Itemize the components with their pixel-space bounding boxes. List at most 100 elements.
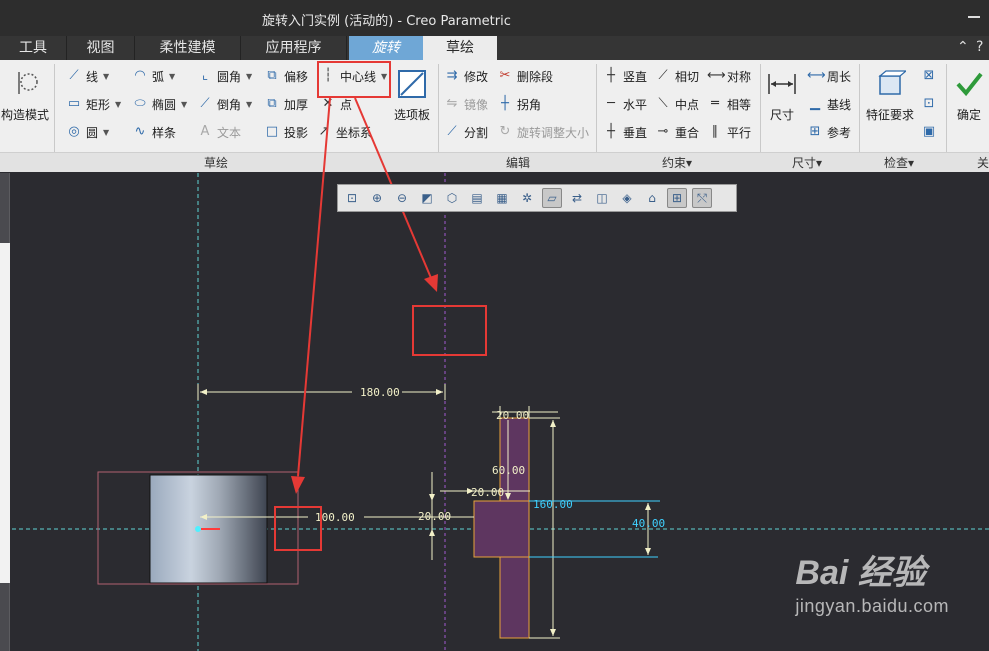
repaint-icon[interactable]: ◩ [417, 188, 437, 208]
dimension-label: 尺寸 [769, 108, 794, 122]
spline-icon: ∿ [134, 124, 146, 139]
chamfer-label: 倒角 [217, 97, 242, 112]
circle-button[interactable]: ◎ 圆 ▼ [66, 121, 109, 143]
perspective-icon[interactable]: ◈ [617, 188, 637, 208]
saved-orientations-icon[interactable]: ▤ [467, 188, 487, 208]
baidu-logo: Bai 经验 [795, 554, 926, 592]
zoom-out-icon[interactable]: ⊖ [392, 188, 412, 208]
dimension-icon [766, 68, 798, 100]
highlight-open-ends-button[interactable]: ⊡ [921, 93, 941, 115]
collapse-ribbon-icon[interactable]: ⌃ [957, 39, 969, 55]
tangent-constraint-button[interactable]: ⟋ 相切 [655, 65, 699, 87]
midpoint-constraint-button[interactable]: ⟍ 中点 [655, 93, 699, 115]
perpendicular-constraint-button[interactable]: ┼ 垂直 [603, 121, 647, 143]
project-button[interactable]: □ 投影 [264, 121, 308, 143]
sketch-display-filters-icon[interactable]: ⊞ [667, 188, 687, 208]
sketch-view-icon[interactable]: ▱ [542, 188, 562, 208]
corner-label: 拐角 [517, 97, 542, 112]
group-label-inspect[interactable]: 检查▾ [884, 154, 914, 171]
chamfer-button[interactable]: ⟋ 倒角 ▼ [197, 93, 252, 115]
spin-center-icon[interactable]: ◫ [592, 188, 612, 208]
tab-revolve[interactable]: 旋转 [349, 36, 423, 60]
model-tree-panel-edge[interactable] [0, 173, 10, 651]
feature-requirements-button[interactable]: 特征要求 [862, 68, 918, 123]
tab-view[interactable]: 视图 [67, 36, 135, 60]
tab-flexible-modeling[interactable]: 柔性建模 [135, 36, 241, 60]
arc-icon: ◠ [134, 68, 146, 83]
baseline-button[interactable]: ▁ 基线 [807, 93, 851, 115]
model-tree-panel[interactable] [0, 243, 10, 583]
rectangle-button[interactable]: ▭ 矩形 ▼ [66, 93, 121, 115]
construction-mode-icon [9, 68, 41, 100]
equal-constraint-button[interactable]: ═ 相等 [707, 93, 751, 115]
tab-tools[interactable]: 工具 [0, 36, 67, 60]
construction-mode-button[interactable]: 构造模式 [0, 68, 50, 123]
tab-sketch[interactable]: 草绘 [423, 36, 497, 60]
tab-applications[interactable]: 应用程序 [241, 36, 347, 60]
rectangle-icon: ▭ [67, 96, 81, 111]
perimeter-button[interactable]: ⟷ 周长 [807, 65, 851, 87]
ellipse-button[interactable]: ⬭ 椭圆 ▼ [132, 93, 187, 115]
modify-icon: ⇉ [446, 68, 458, 83]
perpendicular-icon: ┼ [607, 124, 615, 139]
reference-button[interactable]: ⊞ 参考 [807, 121, 851, 143]
fillet-icon: ⌞ [201, 68, 209, 83]
shade-closed-loops-button[interactable]: ▣ [921, 121, 941, 143]
arc-button[interactable]: ◠ 弧 ▼ [132, 65, 175, 87]
rotate-resize-button[interactable]: ↻ 旋转调整大小 [497, 121, 589, 143]
help-icon[interactable]: ? [976, 39, 983, 55]
baseline-label: 基线 [827, 97, 852, 112]
modify-button[interactable]: ⇉ 修改 [444, 65, 488, 87]
group-label-dimension[interactable]: 尺寸▾ [792, 154, 822, 171]
fillet-label: 圆角 [217, 69, 242, 84]
display-style-icon[interactable]: ⬡ [442, 188, 462, 208]
corner-button[interactable]: ┼ 拐角 [497, 93, 541, 115]
modify-label: 修改 [464, 69, 489, 84]
reference-icon: ⊞ [809, 124, 821, 139]
ribbon-tab-row: 工具 视图 柔性建模 应用程序 旋转 草绘 ⌃ ? [0, 36, 989, 60]
delete-segment-button[interactable]: ✂ 删除段 [497, 65, 553, 87]
centerline-button[interactable]: ┆ 中心线 ▼ [320, 65, 387, 87]
centerline-icon: ┆ [324, 68, 332, 83]
baseline-icon: ▁ [810, 96, 820, 111]
refit-icon[interactable]: ⊡ [342, 188, 362, 208]
ellipse-label: 椭圆 [152, 97, 177, 112]
coincident-constraint-button[interactable]: ⊸ 重合 [655, 121, 699, 143]
ribbon-group-bar [0, 152, 989, 172]
divide-label: 分割 [464, 125, 489, 140]
symmetric-constraint-button[interactable]: ⟷ 对称 [707, 65, 751, 87]
line-button[interactable]: ⟋ 线 ▼ [66, 65, 109, 87]
spline-button[interactable]: ∿ 样条 [132, 121, 176, 143]
thicken-label: 加厚 [284, 97, 309, 112]
dimension-button[interactable]: 尺寸 [764, 68, 800, 123]
ok-button[interactable]: 确定 [951, 68, 987, 123]
vertical-constraint-button[interactable]: ┼ 竖直 [603, 65, 647, 87]
palette-label: 选项板 [393, 108, 430, 122]
parallel-constraint-button[interactable]: ∥ 平行 [707, 121, 751, 143]
divide-button[interactable]: ⟋ 分割 [444, 121, 488, 143]
delete-segment-icon: ✂ [499, 68, 511, 83]
mirror-button[interactable]: ⇋ 镜像 [444, 93, 488, 115]
coordinate-system-button[interactable]: ↗ 坐标系 [316, 121, 372, 143]
view-manager-icon[interactable]: ▦ [492, 188, 512, 208]
view-normal-icon[interactable]: ⌂ [642, 188, 662, 208]
project-label: 投影 [284, 125, 309, 140]
tangent-icon: ⟋ [658, 68, 668, 83]
datum-display-icon[interactable]: ✲ [517, 188, 537, 208]
annotation-display-icon[interactable]: ⇄ [567, 188, 587, 208]
overlapping-geometry-button[interactable]: ⊠ [921, 65, 941, 87]
text-button[interactable]: A 文本 [197, 121, 241, 143]
constraint-display-icon[interactable]: ⤲ [692, 188, 712, 208]
circle-label: 圆 [86, 125, 99, 140]
palette-button[interactable]: 选项板 [390, 68, 434, 123]
thicken-button[interactable]: ⧉ 加厚 [264, 93, 308, 115]
offset-button[interactable]: ⧉ 偏移 [264, 65, 308, 87]
chevron-down-icon: ▼ [246, 99, 253, 109]
fillet-button[interactable]: ⌞ 圆角 ▼ [197, 65, 252, 87]
minimize-button[interactable] [962, 6, 986, 26]
zoom-in-icon[interactable]: ⊕ [367, 188, 387, 208]
point-button[interactable]: ✕ 点 [320, 93, 352, 115]
line-icon: ⟋ [69, 68, 79, 83]
horizontal-constraint-button[interactable]: ─ 水平 [603, 93, 647, 115]
group-label-constrain[interactable]: 约束▾ [662, 154, 692, 171]
